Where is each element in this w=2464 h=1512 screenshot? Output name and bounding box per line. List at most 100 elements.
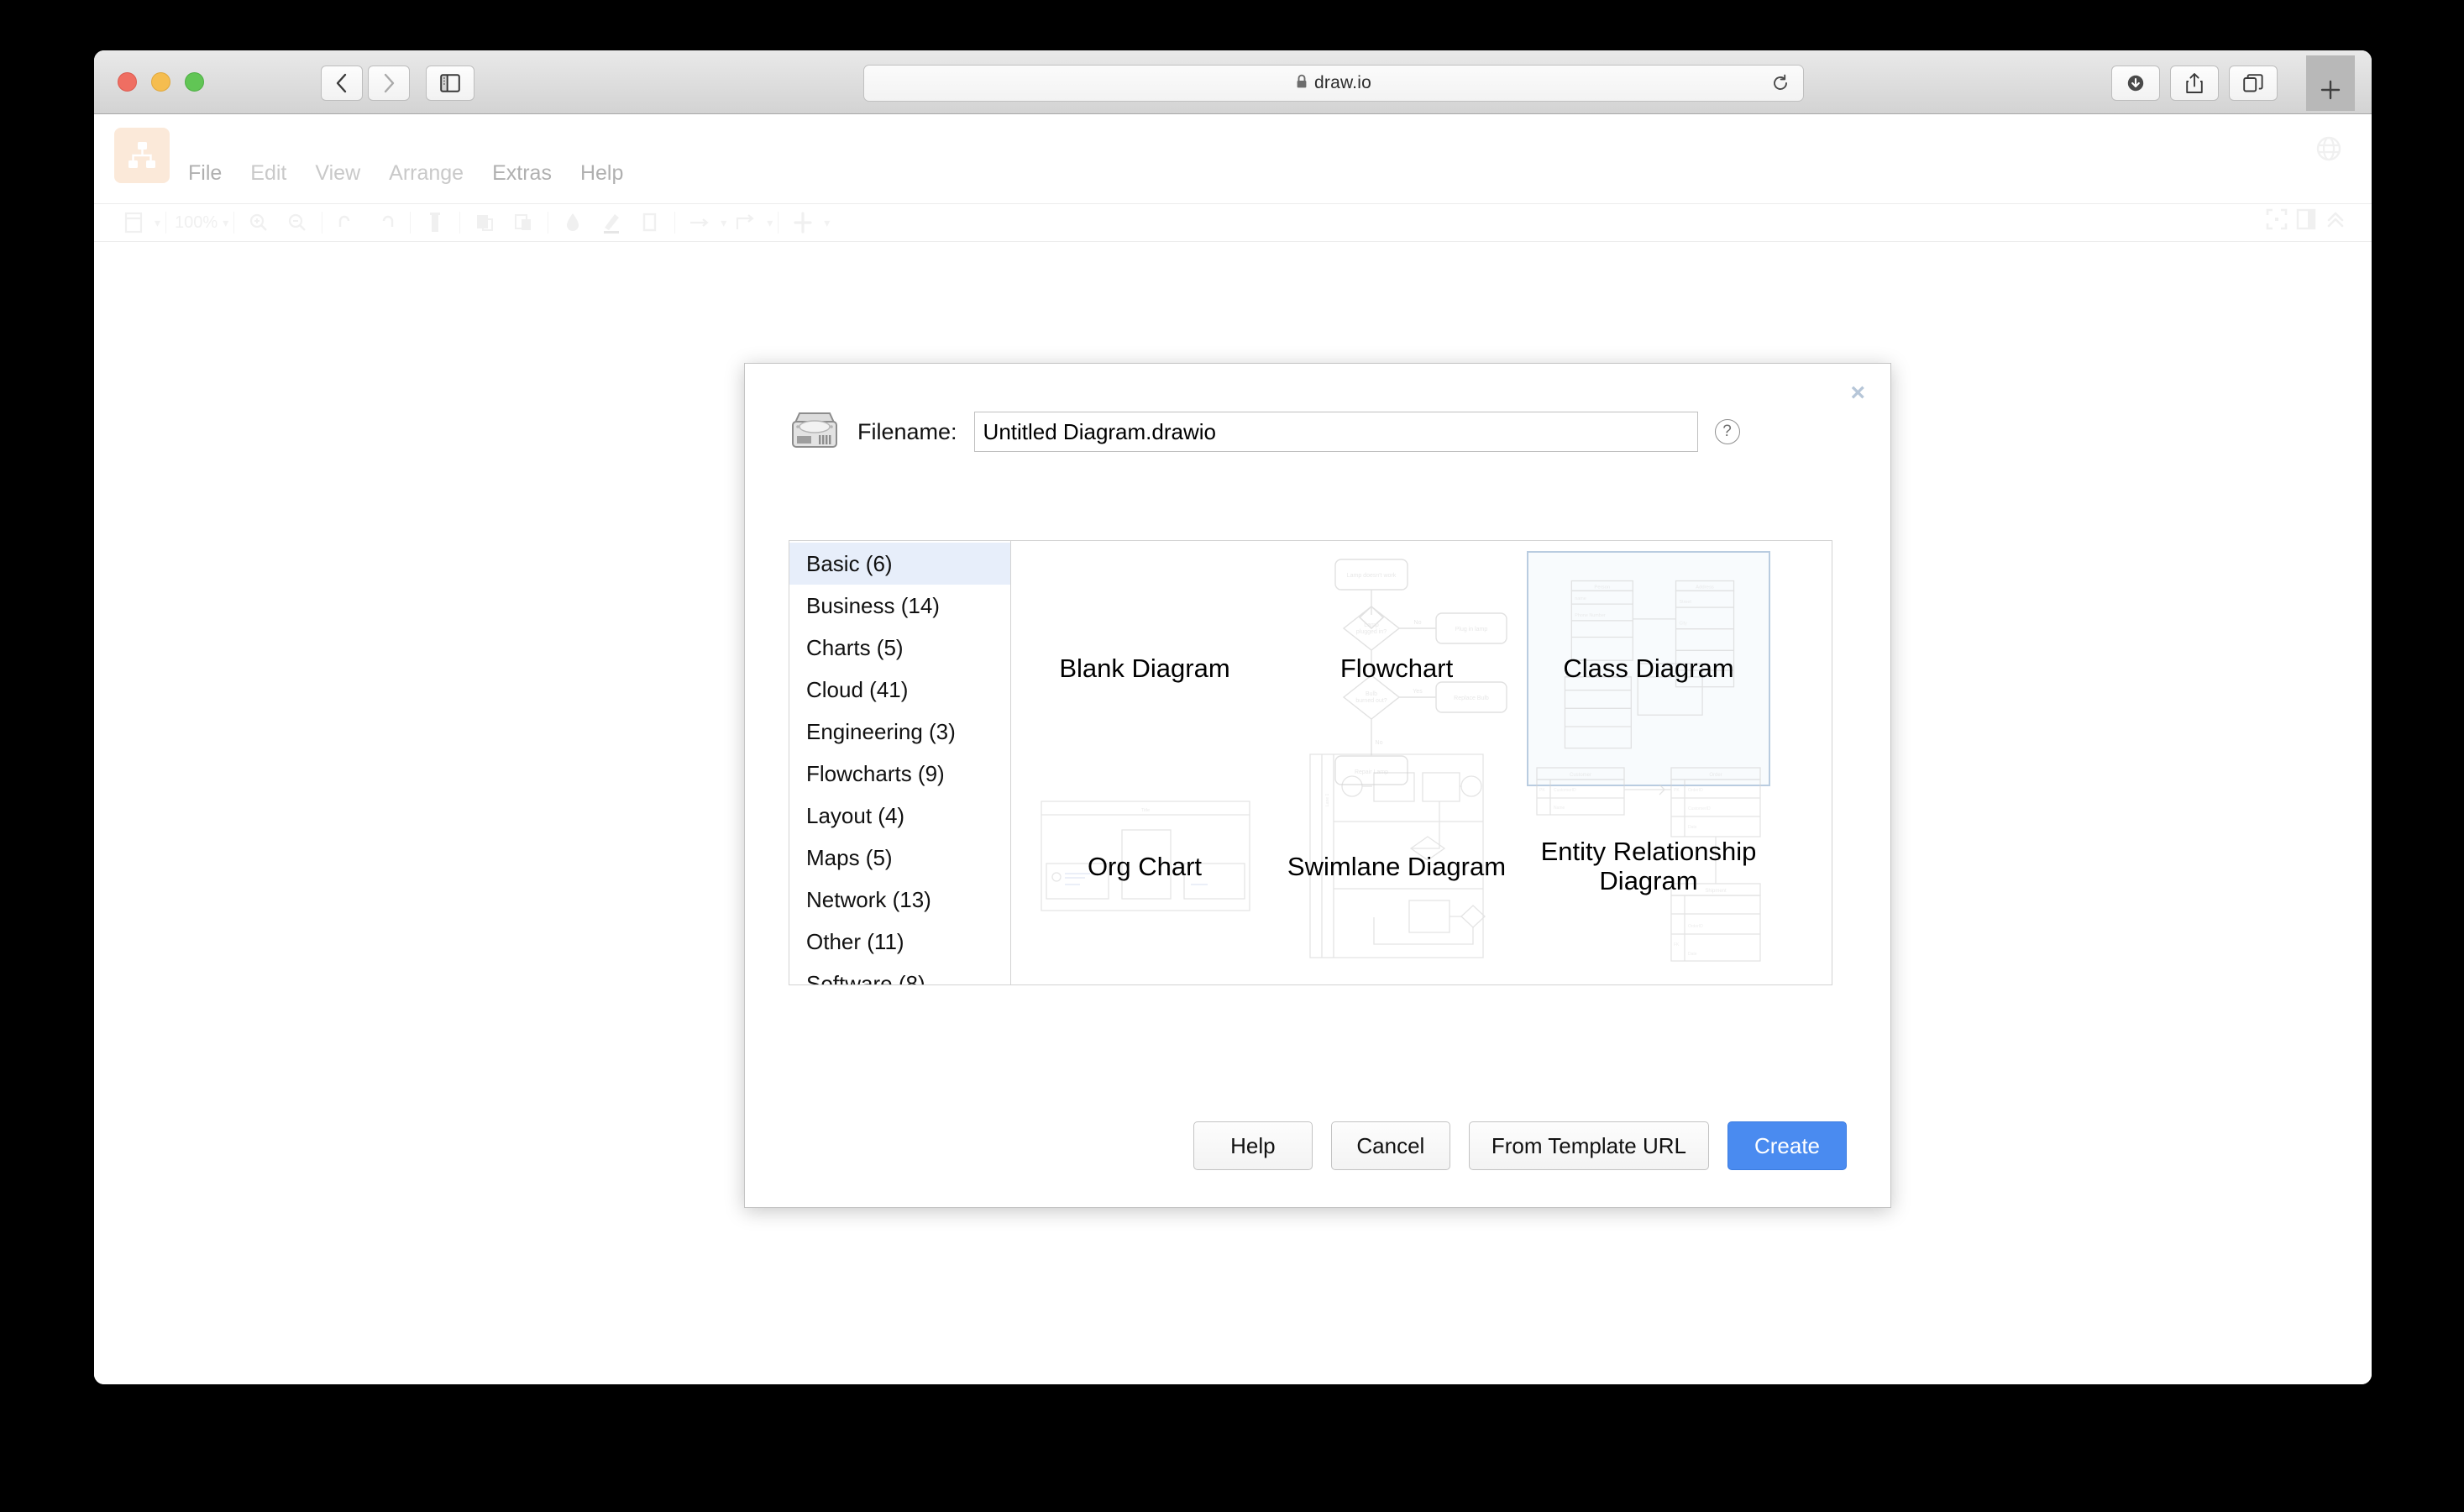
maximize-window-button[interactable] (185, 72, 204, 92)
zoom-level-label[interactable]: 100% (171, 213, 221, 233)
window-controls (118, 72, 204, 92)
close-window-button[interactable] (118, 72, 137, 92)
sidebar-toggle-button[interactable] (426, 66, 474, 101)
delete-icon[interactable] (416, 207, 454, 238)
template-card-org-chart[interactable]: Title Org Chart (1023, 749, 1266, 984)
svg-text:City: City (1679, 622, 1687, 627)
toolbar-right-controls (2266, 208, 2346, 234)
help-button[interactable]: Help (1193, 1121, 1313, 1170)
svg-text:No: No (1376, 740, 1383, 746)
menu-help[interactable]: Help (580, 161, 623, 186)
template-grid: Blank Diagram Lamp doesn't work Lamp plu… (1011, 541, 1832, 984)
line-color-icon[interactable] (592, 207, 631, 238)
close-dialog-button[interactable]: × (1850, 381, 1865, 406)
insert-icon[interactable] (784, 207, 822, 238)
category-item-charts[interactable]: Charts (5) (789, 627, 1010, 669)
menu-arrange[interactable]: Arrange (389, 161, 464, 186)
category-item-cloud[interactable]: Cloud (41) (789, 669, 1010, 711)
reload-icon[interactable] (1771, 74, 1790, 97)
download-icon (2127, 75, 2144, 92)
navigation-buttons (321, 66, 410, 101)
svg-text:FK: FK (1674, 942, 1680, 948)
svg-text:Replace Bulb: Replace Bulb (1454, 696, 1489, 701)
new-tab-button[interactable] (2306, 55, 2355, 111)
category-item-flowcharts[interactable]: Flowcharts (9) (789, 753, 1010, 795)
language-globe-icon[interactable] (2316, 136, 2341, 165)
svg-text:Customer: Customer (1570, 773, 1591, 778)
category-item-software[interactable]: Software (8) (789, 963, 1010, 985)
dialog-header: Filename: ? (789, 409, 1740, 454)
redo-icon[interactable] (366, 207, 405, 238)
svg-text:No: No (1414, 620, 1422, 626)
collapse-icon[interactable] (2325, 208, 2346, 234)
page-view-icon[interactable] (114, 207, 153, 238)
browser-titlebar: draw.io (94, 50, 2372, 114)
svg-text:Date: Date (1688, 825, 1697, 830)
address-bar[interactable]: draw.io (863, 65, 1804, 102)
forward-button[interactable] (368, 66, 410, 101)
category-item-business[interactable]: Business (14) (789, 585, 1010, 627)
template-card-entity-relationship-diagram[interactable]: Customer Order Shipment PK CustomerID Na… (1527, 749, 1770, 984)
browser-actions (2111, 66, 2278, 101)
menu-edit[interactable]: Edit (250, 161, 286, 186)
help-question-icon[interactable]: ? (1714, 419, 1740, 444)
toolbar-divider (233, 212, 235, 234)
category-list[interactable]: Basic (6) Business (14) Charts (5) Cloud… (789, 541, 1011, 984)
tab-overview-button[interactable] (2229, 66, 2278, 101)
menu-extras[interactable]: Extras (492, 161, 552, 186)
zoom-in-icon[interactable] (239, 207, 278, 238)
downloads-button[interactable] (2111, 66, 2160, 101)
safari-window: draw.io File Edit View Arrange Extras He… (94, 50, 2372, 1384)
fill-color-icon[interactable] (553, 207, 592, 238)
svg-text:burned out?: burned out? (1355, 698, 1387, 704)
zoom-out-icon[interactable] (278, 207, 317, 238)
menu-view[interactable]: View (315, 161, 360, 186)
template-label: Class Diagram (1563, 653, 1734, 683)
tabs-icon (2243, 74, 2263, 92)
zoom-caret-icon[interactable]: ▾ (223, 216, 228, 230)
new-diagram-dialog: × Filename: Untitled Diagram.drawio ? Ba… (744, 363, 1891, 1208)
svg-text:OrderID: OrderID (1688, 924, 1703, 929)
toolbar-divider (459, 212, 461, 234)
category-item-basic[interactable]: Basic (6) (789, 543, 1010, 585)
undo-icon[interactable] (328, 207, 366, 238)
category-item-network[interactable]: Network (13) (789, 879, 1010, 921)
to-front-icon[interactable] (465, 207, 504, 238)
category-item-layout[interactable]: Layout (4) (789, 795, 1010, 837)
template-label: Swimlane Diagram (1287, 851, 1507, 881)
share-button[interactable] (2170, 66, 2219, 101)
template-label: Flowchart (1339, 653, 1454, 683)
menu-file[interactable]: File (188, 161, 222, 186)
waypoints-caret-icon[interactable]: ▾ (767, 216, 773, 230)
create-button[interactable]: Create (1727, 1121, 1847, 1170)
hard-drive-icon (789, 409, 841, 454)
connection-icon[interactable] (680, 207, 719, 238)
toolbar-divider (410, 212, 412, 234)
svg-text:Plug in lamp: Plug in lamp (1455, 627, 1488, 633)
from-template-url-button[interactable]: From Template URL (1468, 1121, 1709, 1170)
svg-text:Street: Street (1679, 600, 1691, 605)
address-bar-url: draw.io (1314, 73, 1371, 92)
svg-text:Lamp doesn't work: Lamp doesn't work (1347, 573, 1397, 579)
toolbar-divider (165, 212, 167, 234)
shadow-icon[interactable] (631, 207, 669, 238)
category-item-maps[interactable]: Maps (5) (789, 837, 1010, 879)
svg-text:Date: Date (1688, 952, 1697, 957)
insert-caret-icon[interactable]: ▾ (824, 216, 830, 230)
format-panel-icon[interactable] (2296, 208, 2316, 234)
minimize-window-button[interactable] (151, 72, 170, 92)
category-item-engineering[interactable]: Engineering (3) (789, 711, 1010, 753)
chevron-right-icon (384, 73, 395, 93)
to-back-icon[interactable] (504, 207, 543, 238)
template-label: Blank Diagram (1059, 653, 1230, 683)
category-item-other[interactable]: Other (11) (789, 921, 1010, 963)
page-view-caret-icon[interactable]: ▾ (155, 216, 160, 230)
filename-input[interactable] (973, 412, 1698, 452)
template-card-swimlane-diagram[interactable]: Lane 1 Swimlane Diagram (1275, 749, 1518, 984)
cancel-button[interactable]: Cancel (1330, 1121, 1450, 1170)
fullscreen-icon[interactable] (2266, 208, 2288, 234)
back-button[interactable] (321, 66, 363, 101)
template-picker: Basic (6) Business (14) Charts (5) Cloud… (789, 540, 1832, 985)
waypoints-icon[interactable] (726, 207, 765, 238)
connection-caret-icon[interactable]: ▾ (721, 216, 726, 230)
